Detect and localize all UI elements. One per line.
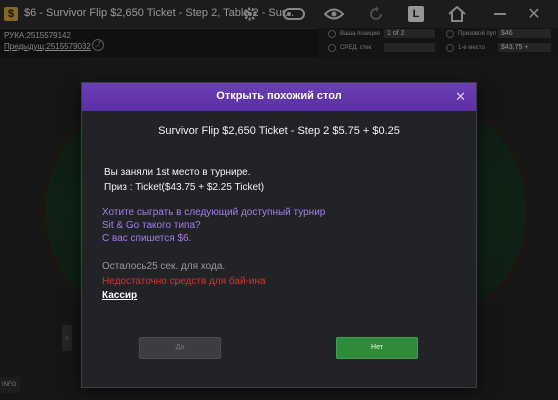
open-similar-table-dialog: Открыть похожий стол ✕ Survivor Flip $2,… <box>81 82 477 388</box>
offer-line: Sit & Go такого типа? <box>102 220 201 231</box>
dialog-header: Открыть похожий стол ✕ <box>82 83 476 111</box>
dialog-title: Открыть похожий стол <box>216 90 342 102</box>
offer-line: С вас спишется $6. <box>102 233 192 244</box>
next-tournament-offer: Хотите сыграть в следующий доступный тур… <box>102 206 325 245</box>
finish-place-text: Вы заняли 1st место в турнире. <box>104 167 251 178</box>
tournament-name: Survivor Flip $2,650 Ticket - Step 2 $5.… <box>158 125 400 137</box>
insufficient-funds-warning: Недостаточно средств для бай-ина <box>102 276 266 287</box>
close-icon[interactable]: ✕ <box>455 89 466 105</box>
cashier-link[interactable]: Кассир <box>102 290 137 301</box>
no-button[interactable]: Нет <box>336 337 418 359</box>
time-remaining-text: Осталось25 сек. для хода. <box>102 261 226 272</box>
offer-line: Хотите сыграть в следующий доступный тур… <box>102 207 326 218</box>
yes-button[interactable]: Да <box>139 337 221 359</box>
prize-text: Приз : Ticket($43.75 + $2.25 Ticket) <box>104 182 265 193</box>
